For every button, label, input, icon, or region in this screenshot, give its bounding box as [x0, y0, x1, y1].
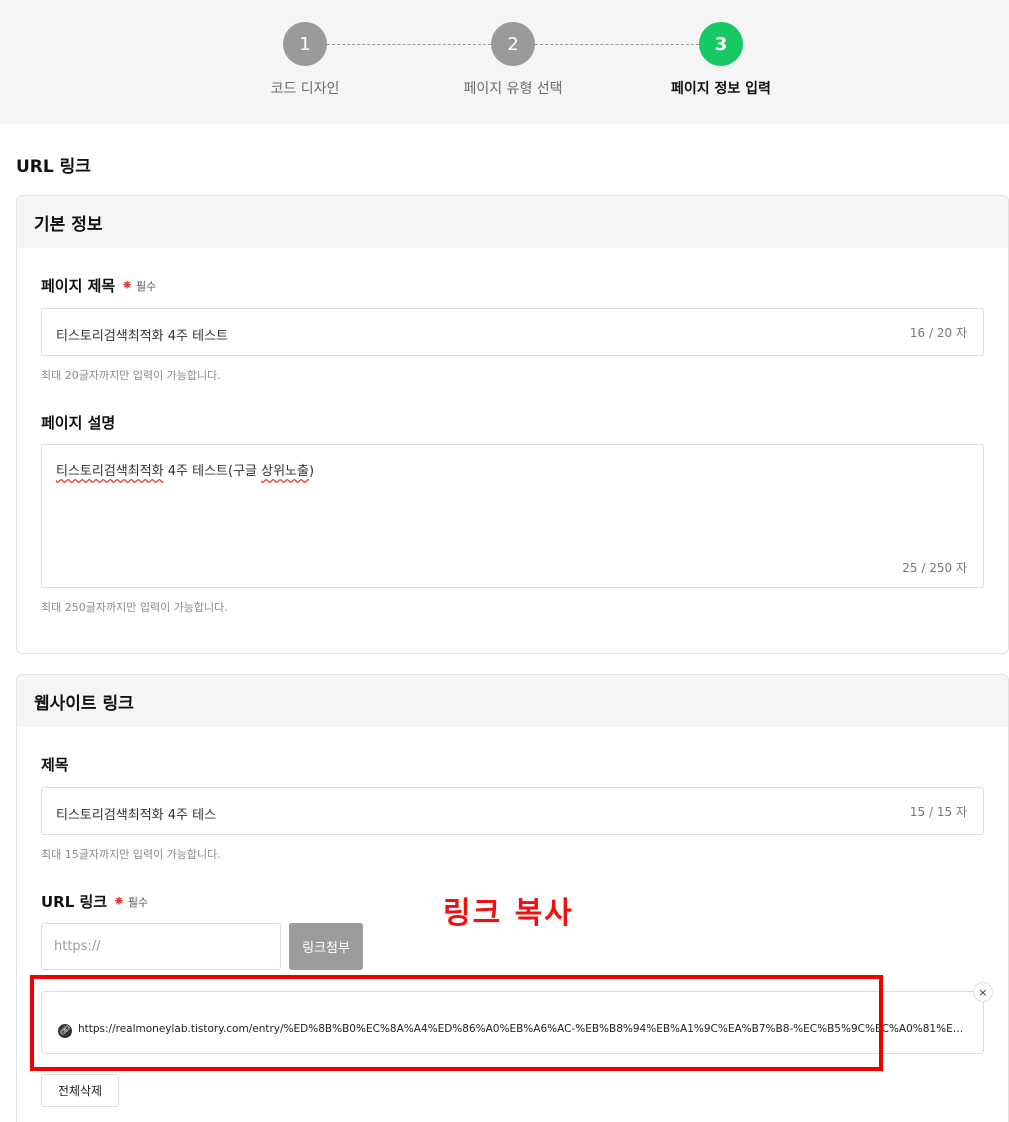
page-title: URL 링크: [16, 157, 91, 177]
link-title-value: 티스토리검색최적화 4주 테스: [56, 808, 217, 823]
page-desc-counter: 25 / 250 자: [902, 561, 967, 575]
page-desc-hint: 최대 250글자까지만 입력이 가능합니다.: [41, 601, 228, 614]
required-star-icon: ⁕: [113, 893, 125, 910]
url-input-wrapper: [41, 923, 281, 970]
step-3-circle: 3: [699, 22, 743, 66]
delete-all-button[interactable]: 전체삭제: [41, 1074, 119, 1107]
link-title-label-text: 제목: [41, 756, 69, 774]
required-text: 필수: [127, 895, 149, 909]
step-connector: [535, 44, 699, 45]
spellcheck-word: 상위노출: [261, 464, 309, 479]
highlight-box: [30, 975, 883, 1071]
page-title-counter: 16 / 20 자: [909, 326, 967, 340]
link-title-counter: 15 / 15 자: [909, 805, 967, 819]
required-text: 필수: [135, 279, 157, 293]
step-1-label: 코드 디자인: [270, 81, 340, 97]
page-title-hint: 최대 20글자까지만 입력이 가능합니다.: [41, 369, 221, 382]
progress-stepper: 1 2 3 코드 디자인 페이지 유형 선택 페이지 정보 입력: [0, 0, 1009, 124]
remove-link-button[interactable]: ×: [973, 982, 993, 1002]
step-2-circle: 2: [491, 22, 535, 66]
page-desc-textarea[interactable]: 티스토리검색최적화 4주 테스트(구글 상위노출) 25 / 250 자: [41, 444, 984, 588]
attach-link-button[interactable]: 링크첨부: [289, 923, 363, 970]
url-link-label: URL 링크 ⁕ 필수: [41, 891, 148, 912]
page-desc-label-text: 페이지 설명: [41, 414, 116, 432]
page-desc-label: 페이지 설명: [41, 412, 115, 433]
page-desc-value: 티스토리검색최적화 4주 테스트(구글 상위노출): [56, 460, 314, 479]
step-2-label: 페이지 유형 선택: [463, 81, 563, 97]
page-title-input[interactable]: 티스토리검색최적화 4주 테스트 16 / 20 자: [41, 308, 984, 356]
link-title-hint: 최대 15글자까지만 입력이 가능합니다.: [41, 848, 221, 861]
url-link-label-text: URL 링크: [41, 893, 108, 911]
website-link-heading: 웹사이트 링크: [17, 675, 1008, 727]
step-1-circle: 1: [283, 22, 327, 66]
step-3-label: 페이지 정보 입력: [671, 81, 771, 97]
link-title-input[interactable]: 티스토리검색최적화 4주 테스 15 / 15 자: [41, 787, 984, 835]
url-input[interactable]: [42, 924, 280, 969]
step-connector: [327, 44, 491, 45]
link-title-label: 제목: [41, 754, 69, 775]
page-title-label: 페이지 제목 ⁕ 필수: [41, 275, 156, 296]
page-desc-value-end: ): [308, 464, 315, 479]
page-desc-value-middle: 4주 테스트(구글: [163, 464, 262, 479]
page-title-label-text: 페이지 제목: [41, 277, 116, 295]
required-star-icon: ⁕: [121, 277, 133, 294]
spellcheck-word: 티스토리검색최적화: [56, 464, 164, 479]
annotation-text: 링크 복사: [443, 896, 574, 931]
basic-info-heading: 기본 정보: [17, 196, 1008, 248]
page-title-value: 티스토리검색최적화 4주 테스트: [56, 329, 229, 344]
